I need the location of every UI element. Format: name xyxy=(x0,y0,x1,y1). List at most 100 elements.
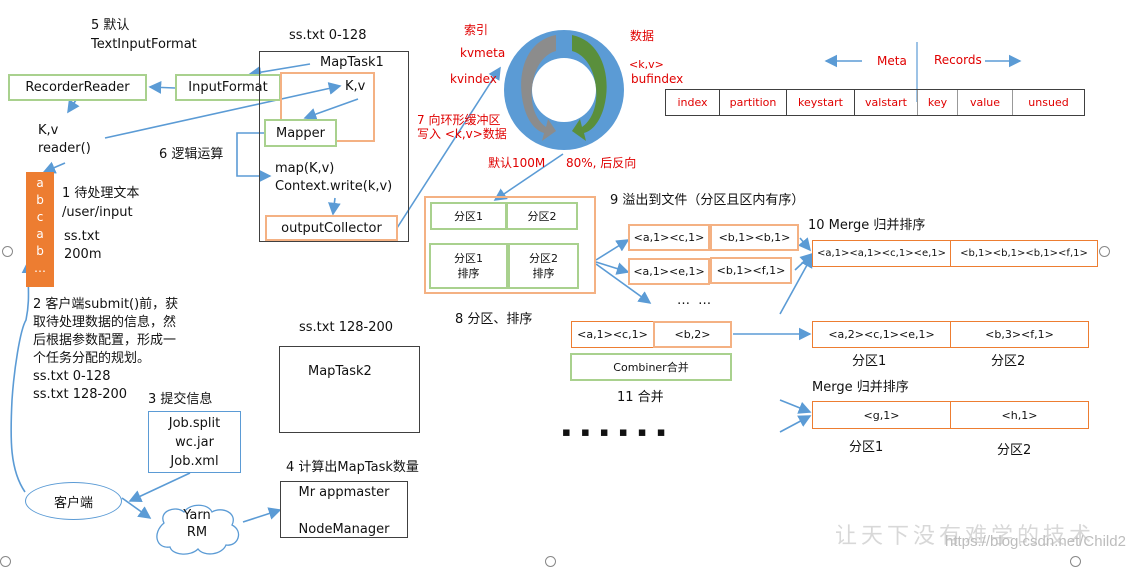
job-files-box[interactable]: Job.split wc.jar Job.xml xyxy=(148,411,241,473)
merged-p1-text: <a,1><a,1><c,1><e,1> xyxy=(816,248,947,259)
combined-label1: 分区1 xyxy=(852,354,887,369)
output-collector-box[interactable]: outputCollector xyxy=(265,215,398,241)
job-file: Job.xml xyxy=(170,454,219,469)
merge2-label1: 分区1 xyxy=(849,440,884,455)
partition1-label: 分区1 xyxy=(454,210,483,223)
ring-kvindex-label: kvindex xyxy=(450,72,497,86)
merged-p1: <a,1><a,1><c,1><e,1> xyxy=(812,240,951,267)
maptask2-box[interactable] xyxy=(279,346,420,433)
watermark-url: https://blog.csdn.net/Child2 xyxy=(945,533,1126,550)
step2-line: 2 客户端submit()前，获 xyxy=(33,297,179,312)
maptask2-title: MapTask2 xyxy=(308,364,372,379)
ring-default-size: 默认100M xyxy=(488,156,546,170)
layout-col-unsued: unsued xyxy=(1028,96,1069,109)
partition1-box: 分区1 xyxy=(430,202,507,230)
job-file: Job.split xyxy=(168,416,221,431)
partition2-sort-sub: 排序 xyxy=(532,267,555,280)
combined-p2: <b,3><f,1> xyxy=(950,321,1089,348)
spill2-p1: <a,1><e,1> xyxy=(628,258,710,285)
step2-line: ss.txt 0-128 xyxy=(33,369,111,384)
map-call-label: map(K,v) xyxy=(275,161,335,176)
spill1-p2: <b,1><b,1> xyxy=(710,224,799,251)
arrow-recorderreader-to-kv xyxy=(67,99,80,114)
client-label: 客户端 xyxy=(53,495,93,511)
appmaster-label: Mr appmaster xyxy=(298,485,390,500)
merge2-p2: <h,1> xyxy=(950,401,1089,429)
recorder-reader-box[interactable]: RecorderReader xyxy=(8,74,147,101)
merge2-p1: <g,1> xyxy=(812,401,951,429)
merge2-label2: 分区2 xyxy=(997,443,1032,458)
layout-col-keystart: keystart xyxy=(787,90,855,115)
step5-subtitle: TextInputFormat xyxy=(91,37,197,52)
meta-label: Meta xyxy=(877,54,907,68)
step2-line: 后根据参数配置，形成一 xyxy=(33,333,177,348)
layout-col-value: value xyxy=(958,90,1013,115)
client-node[interactable]: 客户端 xyxy=(25,482,122,520)
partition1-sort-box: 分区1 排序 xyxy=(429,243,508,289)
file-letter: a xyxy=(36,176,44,190)
arrow-partition-to-spill1 xyxy=(595,239,630,261)
combiner-box[interactable]: Combiner合并 xyxy=(570,353,732,381)
step11-label: 11 合并 xyxy=(617,390,664,405)
mapper-label: Mapper xyxy=(275,125,326,141)
combiner-input-p1-text: <a,1><c,1> xyxy=(577,328,648,341)
reader-call-label: reader() xyxy=(38,141,91,156)
partition2-box: 分区2 xyxy=(506,202,578,230)
file-letter: a xyxy=(36,227,44,241)
spill1-p1: <a,1><c,1> xyxy=(628,224,710,251)
arrow-client-to-file xyxy=(10,260,35,493)
output-collector-label: outputCollector xyxy=(281,220,382,236)
arrow-inputformat-to-recorderreader xyxy=(148,81,176,94)
step7-line2: 写入 <k,v>数据 xyxy=(417,127,507,141)
rm-label: RM xyxy=(186,525,208,540)
ring-data-label: 数据 xyxy=(630,29,655,43)
arrow-to-merge2-b xyxy=(779,415,812,433)
partition1-sort-label: 分区1 xyxy=(454,252,483,265)
step9-label: 9 溢出到文件（分区且区内有序） xyxy=(610,193,805,208)
ring-threshold: 80%, 后反向 xyxy=(566,156,637,170)
appmaster-box[interactable]: Mr appmaster NodeManager xyxy=(280,481,408,538)
mapper-box[interactable]: Mapper xyxy=(264,119,337,147)
maptask1-split-label: ss.txt 0-128 xyxy=(289,28,367,43)
combiner-input-p2: <b,2> xyxy=(653,321,732,348)
recorder-reader-label: RecorderReader xyxy=(25,80,130,95)
layout-col-index: index xyxy=(666,90,720,115)
combined-p1: <a,2><c,1><e,1> xyxy=(812,321,951,348)
input-file-block: a b c a b … xyxy=(26,172,54,287)
spill2-p2: <b,1><f,1> xyxy=(710,257,792,284)
step3-title: 3 提交信息 xyxy=(148,392,213,407)
combined-p1-text: <a,2><c,1><e,1> xyxy=(828,328,935,341)
layout-col-valstart: valstart xyxy=(855,90,918,115)
arrow-reader-to-file xyxy=(42,161,66,174)
layout-col-key: key xyxy=(918,90,958,115)
input-format-label: InputFormat xyxy=(188,80,268,95)
maptask1-kv: K,v xyxy=(345,79,366,94)
combined-p2-text: <b,3><f,1> xyxy=(985,328,1054,341)
step5-title: 5 默认 xyxy=(91,18,130,33)
maptask1-title: MapTask1 xyxy=(320,55,384,70)
step4-label: 4 计算出MapTask数量 xyxy=(286,460,419,475)
resize-handle[interactable] xyxy=(2,246,13,257)
records-label: Records xyxy=(934,53,982,67)
spill2-p2-text: <b,1><f,1> xyxy=(716,264,786,277)
merged-p2-text: <b,1><b,1><b,1><f,1> xyxy=(960,248,1088,259)
reader-kv-label: K,v xyxy=(38,123,59,138)
arrow-yarn-to-appmaster xyxy=(242,507,282,523)
yarn-label: Yarn xyxy=(183,508,211,523)
ring-buffer-icon xyxy=(504,30,624,150)
big-ellipsis: ▪ ▪ ▪ ▪ ▪ ▪ xyxy=(562,425,669,440)
spill2-p1-text: <a,1><e,1> xyxy=(633,265,705,278)
arrow-client-to-yarn xyxy=(121,497,152,519)
step1-title: 1 待处理文本 xyxy=(62,186,140,201)
combined-label2: 分区2 xyxy=(991,354,1026,369)
step2-line: 个任务分配的规划。 xyxy=(33,351,151,366)
partition2-label: 分区2 xyxy=(527,210,557,223)
arrow-to-merge2-a xyxy=(779,399,812,414)
merge2-p2-text: <h,1> xyxy=(1001,408,1038,422)
yarn-rm-node[interactable]: Yarn RM xyxy=(148,507,246,541)
resize-handle[interactable] xyxy=(1099,246,1110,257)
step2-line: 取待处理数据的信息，然 xyxy=(33,315,177,330)
step1-path: /user/input xyxy=(62,205,133,220)
maptask2-split-label: ss.txt 128-200 xyxy=(299,320,394,335)
spill-ellipsis: … … xyxy=(677,293,714,308)
